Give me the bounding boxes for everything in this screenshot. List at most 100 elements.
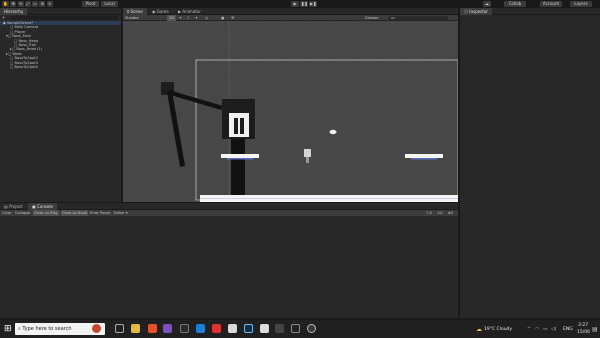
clock-time[interactable]: 3:27 xyxy=(578,323,588,328)
weather-label[interactable]: 19°C Cloudy xyxy=(484,327,512,332)
brave-browser-icon[interactable] xyxy=(148,324,157,333)
scene-name-label: SampleScene* xyxy=(6,21,34,25)
hidden-objects-icon[interactable]: ◎ xyxy=(205,15,208,21)
scale-tool-button[interactable]: ⤢ xyxy=(24,1,31,7)
hierarchy-search-row: + xyxy=(0,15,121,21)
tab-console[interactable]: ▣ Console xyxy=(28,203,57,210)
custom-tool-button[interactable]: ✕ xyxy=(46,1,53,7)
scene-canvas[interactable] xyxy=(123,22,458,202)
tab-hierarchy[interactable]: Hierarchy xyxy=(0,8,28,15)
unity-hub-icon[interactable] xyxy=(260,324,269,333)
error-count-badge[interactable]: ⊗0 xyxy=(448,210,453,216)
language-indicator[interactable]: ENG xyxy=(563,327,573,332)
hierarchy-search-input[interactable] xyxy=(10,16,118,20)
steam-icon[interactable] xyxy=(244,324,253,333)
lighting-icon[interactable]: ☀ xyxy=(179,15,182,21)
visual-studio-icon[interactable] xyxy=(163,324,172,333)
task-view-icon[interactable] xyxy=(115,324,124,333)
app-icon[interactable] xyxy=(275,324,284,333)
pause-button[interactable]: ❚❚ xyxy=(300,1,308,7)
volume-icon[interactable]: ◁) xyxy=(551,327,556,332)
tab-label: Project xyxy=(9,204,23,209)
item-label: BossTp2pot2 xyxy=(14,56,38,61)
tab-game[interactable]: ◉ Game xyxy=(148,8,173,15)
item-label: Boss_Head xyxy=(18,38,39,43)
tab-animator[interactable]: ▶ Animator xyxy=(174,8,205,15)
error-pause-button[interactable]: Error Pause xyxy=(90,210,110,216)
move-tool-button[interactable]: ✥ xyxy=(10,1,17,7)
platform-right-edge xyxy=(411,158,437,160)
platform-right[interactable] xyxy=(405,154,443,158)
rotate-tool-button[interactable]: ⟲ xyxy=(17,1,24,7)
local-toggle[interactable]: Local xyxy=(101,1,118,7)
main-toolbar: ✋ ✥ ⟲ ⤢ ▭ ⊞ ✕ Pivot Local ▶ ❚❚ ▶❚ ☁ Coll… xyxy=(0,0,600,8)
tools-icon[interactable]: ⚒ xyxy=(231,15,234,21)
tab-label: Game xyxy=(156,9,169,14)
console-tabs: ▤ Project ▣ Console xyxy=(0,203,458,210)
scene-tabs: ⌗ Scene ◉ Game ▶ Animator xyxy=(123,8,458,15)
tray-arrow-icon[interactable]: ^ xyxy=(527,327,531,332)
clear-button[interactable]: Clear xyxy=(2,210,11,216)
scene-view-panel: ⌗ Scene ◉ Game ▶ Animator Shaded 2D ☀ ♪ … xyxy=(123,8,458,202)
platform-left[interactable] xyxy=(221,154,259,158)
clear-on-play-button[interactable]: Clear on Play xyxy=(33,210,59,216)
vscode-icon[interactable] xyxy=(196,324,205,333)
tab-label: Inspector xyxy=(469,9,488,14)
list-item[interactable]: ▢ BossTp2pot0 xyxy=(0,65,121,69)
file-explorer-icon[interactable] xyxy=(131,324,140,333)
item-label: BossTp2pot3 xyxy=(14,60,38,65)
search-placeholder: Type here to search xyxy=(22,326,72,332)
tool-app-icon[interactable] xyxy=(212,324,221,333)
network-icon[interactable]: ◠ xyxy=(535,327,539,332)
layers-dropdown[interactable]: Layers xyxy=(570,1,592,7)
app-icon[interactable] xyxy=(291,324,300,333)
warning-count-badge[interactable]: ⚠0 xyxy=(437,210,443,216)
hand-tool-button[interactable]: ✋ xyxy=(2,1,9,7)
bird-sprite[interactable] xyxy=(329,129,337,135)
gizmos-dropdown[interactable]: Gizmos xyxy=(365,15,378,21)
app-icon[interactable] xyxy=(180,324,189,333)
ground-floor-edge xyxy=(200,198,458,199)
step-button[interactable]: ▶❚ xyxy=(309,1,317,7)
scene-control-bar: Shaded 2D ☀ ♪ ✦ ◎ ▣ ⚒ Gizmos All xyxy=(123,15,458,21)
player-sprite[interactable] xyxy=(304,149,311,157)
boss-trail-pillar[interactable] xyxy=(231,139,245,201)
inspector-header: ⓘ Inspector xyxy=(460,8,600,15)
pivot-toggle[interactable]: Pivot xyxy=(82,1,99,7)
tab-inspector[interactable]: ⓘ Inspector xyxy=(460,8,492,15)
tab-label: Console xyxy=(37,204,53,209)
shading-mode-dropdown[interactable]: Shaded xyxy=(125,15,139,21)
scene-search-input[interactable]: All xyxy=(388,16,448,20)
clock-date[interactable]: 15/06 xyxy=(577,330,590,335)
windows-start-icon[interactable]: ⊞ xyxy=(4,325,12,334)
unity-editor-icon[interactable] xyxy=(307,324,316,333)
hierarchy-header: Hierarchy xyxy=(0,8,121,15)
error-count: 0 xyxy=(451,211,454,215)
search-highlight-icon[interactable] xyxy=(92,324,101,333)
camera-icon[interactable]: ▣ xyxy=(221,15,224,21)
rect-tool-button[interactable]: ▭ xyxy=(32,1,39,7)
item-label: Boss_Head (1) xyxy=(16,47,43,52)
windows-taskbar: ⊞ ⌕ Type here to search ☁ 19°C Cloudy ^ … xyxy=(0,320,600,338)
xbox-icon[interactable] xyxy=(228,324,237,333)
account-dropdown[interactable]: Account xyxy=(540,1,562,7)
log-count-badge[interactable]: ⓘ0 xyxy=(426,210,432,216)
add-object-button[interactable]: + xyxy=(2,15,5,20)
tab-scene[interactable]: ⌗ Scene xyxy=(123,8,147,15)
weather-icon[interactable]: ☁ xyxy=(476,326,482,333)
boss-eye-right xyxy=(240,118,244,134)
notifications-icon[interactable]: ▤ xyxy=(592,326,598,333)
collab-dropdown[interactable]: Collab xyxy=(504,1,526,7)
2d-toggle-button[interactable]: 2D xyxy=(167,15,177,21)
transform-tool-button[interactable]: ⊞ xyxy=(39,1,46,7)
cloud-icon[interactable]: ☁ xyxy=(483,1,491,7)
item-label: Boss_Trail xyxy=(18,42,37,47)
clear-on-build-button[interactable]: Clear on Build xyxy=(61,210,89,216)
editor-dropdown[interactable]: Editor ▾ xyxy=(114,210,128,216)
battery-icon[interactable]: ▭ xyxy=(543,327,547,332)
collapse-button[interactable]: Collapse xyxy=(15,210,30,216)
audio-icon[interactable]: ♪ xyxy=(187,15,189,21)
tab-project[interactable]: ▤ Project xyxy=(0,203,27,210)
play-button[interactable]: ▶ xyxy=(291,1,299,7)
effects-icon[interactable]: ✦ xyxy=(195,15,198,21)
